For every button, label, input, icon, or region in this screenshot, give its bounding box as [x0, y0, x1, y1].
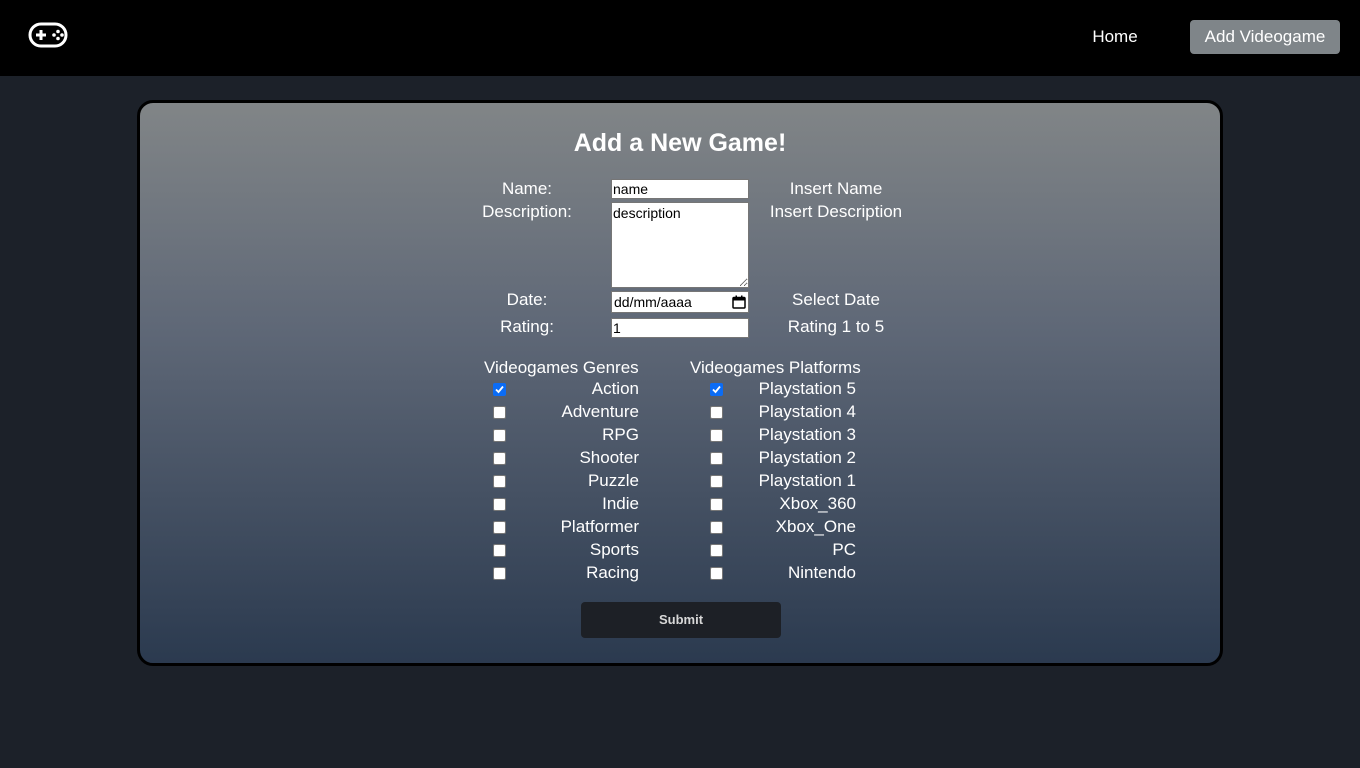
description-label: Description: — [482, 202, 572, 221]
genre-option-label: Adventure — [561, 402, 640, 421]
genre-option-label: Action — [591, 379, 639, 398]
platform-option-label: PC — [832, 540, 856, 559]
platform-option-label: Playstation 1 — [758, 471, 856, 490]
add-game-form: Add a New Game! Name: Insert Name Descri… — [137, 100, 1223, 666]
nav-home-link[interactable]: Home — [1082, 20, 1148, 54]
rating-hint: Rating 1 to 5 — [787, 317, 885, 336]
form-title: Add a New Game! — [573, 129, 787, 157]
platform-option-label: Xbox_One — [775, 517, 856, 536]
gamepad-icon[interactable] — [28, 22, 68, 48]
genre-option-label: RPG — [602, 425, 639, 444]
date-label: Date: — [506, 290, 548, 309]
platform-option-label: Xbox_360 — [779, 494, 856, 513]
date-placeholder: dd/mm/aaaa — [614, 294, 692, 310]
genre-option-label: Shooter — [579, 448, 639, 467]
platform-option-label: Nintendo — [787, 563, 856, 582]
description-textarea[interactable]: description — [611, 202, 749, 288]
platform-option-label: Playstation 3 — [758, 425, 856, 444]
date-input[interactable]: dd/mm/aaaa — [611, 291, 749, 313]
platforms-title: Videogames Platforms — [690, 358, 861, 377]
genre-option-label: Platformer — [560, 517, 639, 536]
name-label: Name: — [501, 179, 553, 198]
genre-option-label: Puzzle — [587, 471, 639, 490]
genre-option-label: Sports — [589, 540, 639, 559]
rating-input[interactable] — [611, 318, 749, 338]
platform-option-label: Playstation 4 — [758, 402, 856, 421]
rating-label: Rating: — [500, 317, 554, 336]
name-hint: Insert Name — [789, 179, 883, 198]
description-hint: Insert Description — [769, 202, 903, 221]
genre-option-label: Indie — [602, 494, 639, 513]
top-navbar: Home Add Videogame — [0, 0, 1360, 76]
platform-option-label: Playstation 2 — [758, 448, 856, 467]
genre-option-label: Racing — [586, 563, 639, 582]
calendar-icon[interactable] — [732, 295, 746, 309]
platform-option-label: Playstation 5 — [758, 379, 856, 398]
name-input[interactable] — [611, 179, 749, 199]
nav-add-videogame-link[interactable]: Add Videogame — [1190, 20, 1340, 54]
date-hint: Select Date — [792, 290, 880, 309]
genres-title: Videogames Genres — [484, 358, 639, 377]
submit-button[interactable]: Submit — [581, 602, 781, 638]
